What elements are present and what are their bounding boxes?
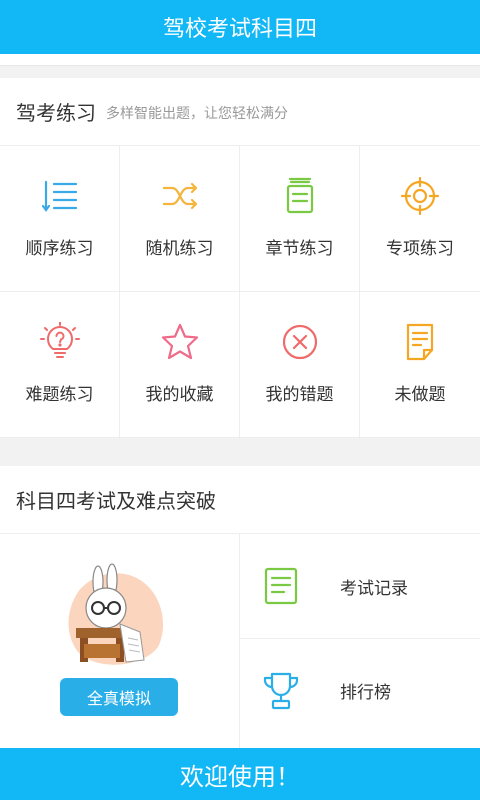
app-title-bar: 驾校考试科目四 — [0, 0, 480, 54]
list-icon — [41, 180, 77, 212]
exam-record-label: 考试记录 — [340, 578, 408, 599]
exam-title: 科目四考试及难点突破 — [16, 489, 216, 513]
cell-label: 难题练习 — [25, 385, 94, 405]
exam-record-button[interactable]: 考试记录 — [240, 534, 480, 638]
cell-label: 顺序练习 — [25, 239, 94, 259]
practice-subtitle: 多样智能出题，让您轻松满分 — [106, 106, 288, 122]
ranking-label: 排行榜 — [340, 683, 391, 703]
chapter-icon — [286, 177, 313, 214]
cell-label: 随机练习 — [145, 239, 214, 259]
cell-label: 章节练习 — [265, 239, 334, 259]
trophy-icon — [263, 672, 299, 709]
ranking-button[interactable]: 排行榜 — [240, 638, 480, 742]
chapter-practice-button[interactable]: 章节练习 — [240, 146, 360, 292]
error-x-icon — [282, 324, 317, 360]
exam-header: 科目四考试及难点突破 — [0, 466, 480, 534]
app-title: 驾校考试科目四 — [162, 17, 317, 42]
practice-title: 驾考练习 — [16, 101, 96, 125]
practice-grid: 顺序练习 随机练习 章节练习 专项练习 难题练习 我的收藏 我的错题 未做题 — [0, 146, 480, 438]
undone-questions-button[interactable]: 未做题 — [360, 292, 480, 438]
wrong-questions-button[interactable]: 我的错题 — [240, 292, 360, 438]
cell-label: 专项练习 — [386, 239, 454, 259]
mock-exam-panel: 全真模拟 — [0, 534, 240, 748]
welcome-text: 欢迎使用！ — [180, 762, 300, 791]
document-icon — [406, 323, 434, 361]
cell-label: 未做题 — [394, 385, 446, 405]
student-rabbit-illustration — [68, 563, 163, 665]
star-icon — [161, 323, 198, 360]
practice-header: 驾考练习 多样智能出题，让您轻松满分 — [0, 78, 480, 146]
target-icon — [400, 176, 440, 216]
sequential-practice-button[interactable]: 顺序练习 — [0, 146, 120, 292]
exam-section: 科目四考试及难点突破 全真模拟 考试记录 排行榜 — [0, 466, 480, 748]
full-mock-exam-button[interactable]: 全真模拟 — [60, 678, 178, 716]
cell-label: 我的收藏 — [145, 385, 214, 405]
favorites-button[interactable]: 我的收藏 — [120, 292, 240, 438]
hard-practice-button[interactable]: 难题练习 — [0, 292, 120, 438]
special-practice-button[interactable]: 专项练习 — [360, 146, 480, 292]
exam-record-icon — [264, 567, 298, 605]
welcome-banner: 欢迎使用！ — [0, 748, 480, 800]
random-practice-button[interactable]: 随机练习 — [120, 146, 240, 292]
cell-label: 我的错题 — [265, 385, 334, 405]
top-divider — [0, 54, 480, 66]
practice-section: 驾考练习 多样智能出题，让您轻松满分 顺序练习 随机练习 章节练习 专项练习 难… — [0, 78, 480, 438]
lightbulb-question-icon — [39, 322, 80, 358]
shuffle-icon — [162, 182, 197, 210]
